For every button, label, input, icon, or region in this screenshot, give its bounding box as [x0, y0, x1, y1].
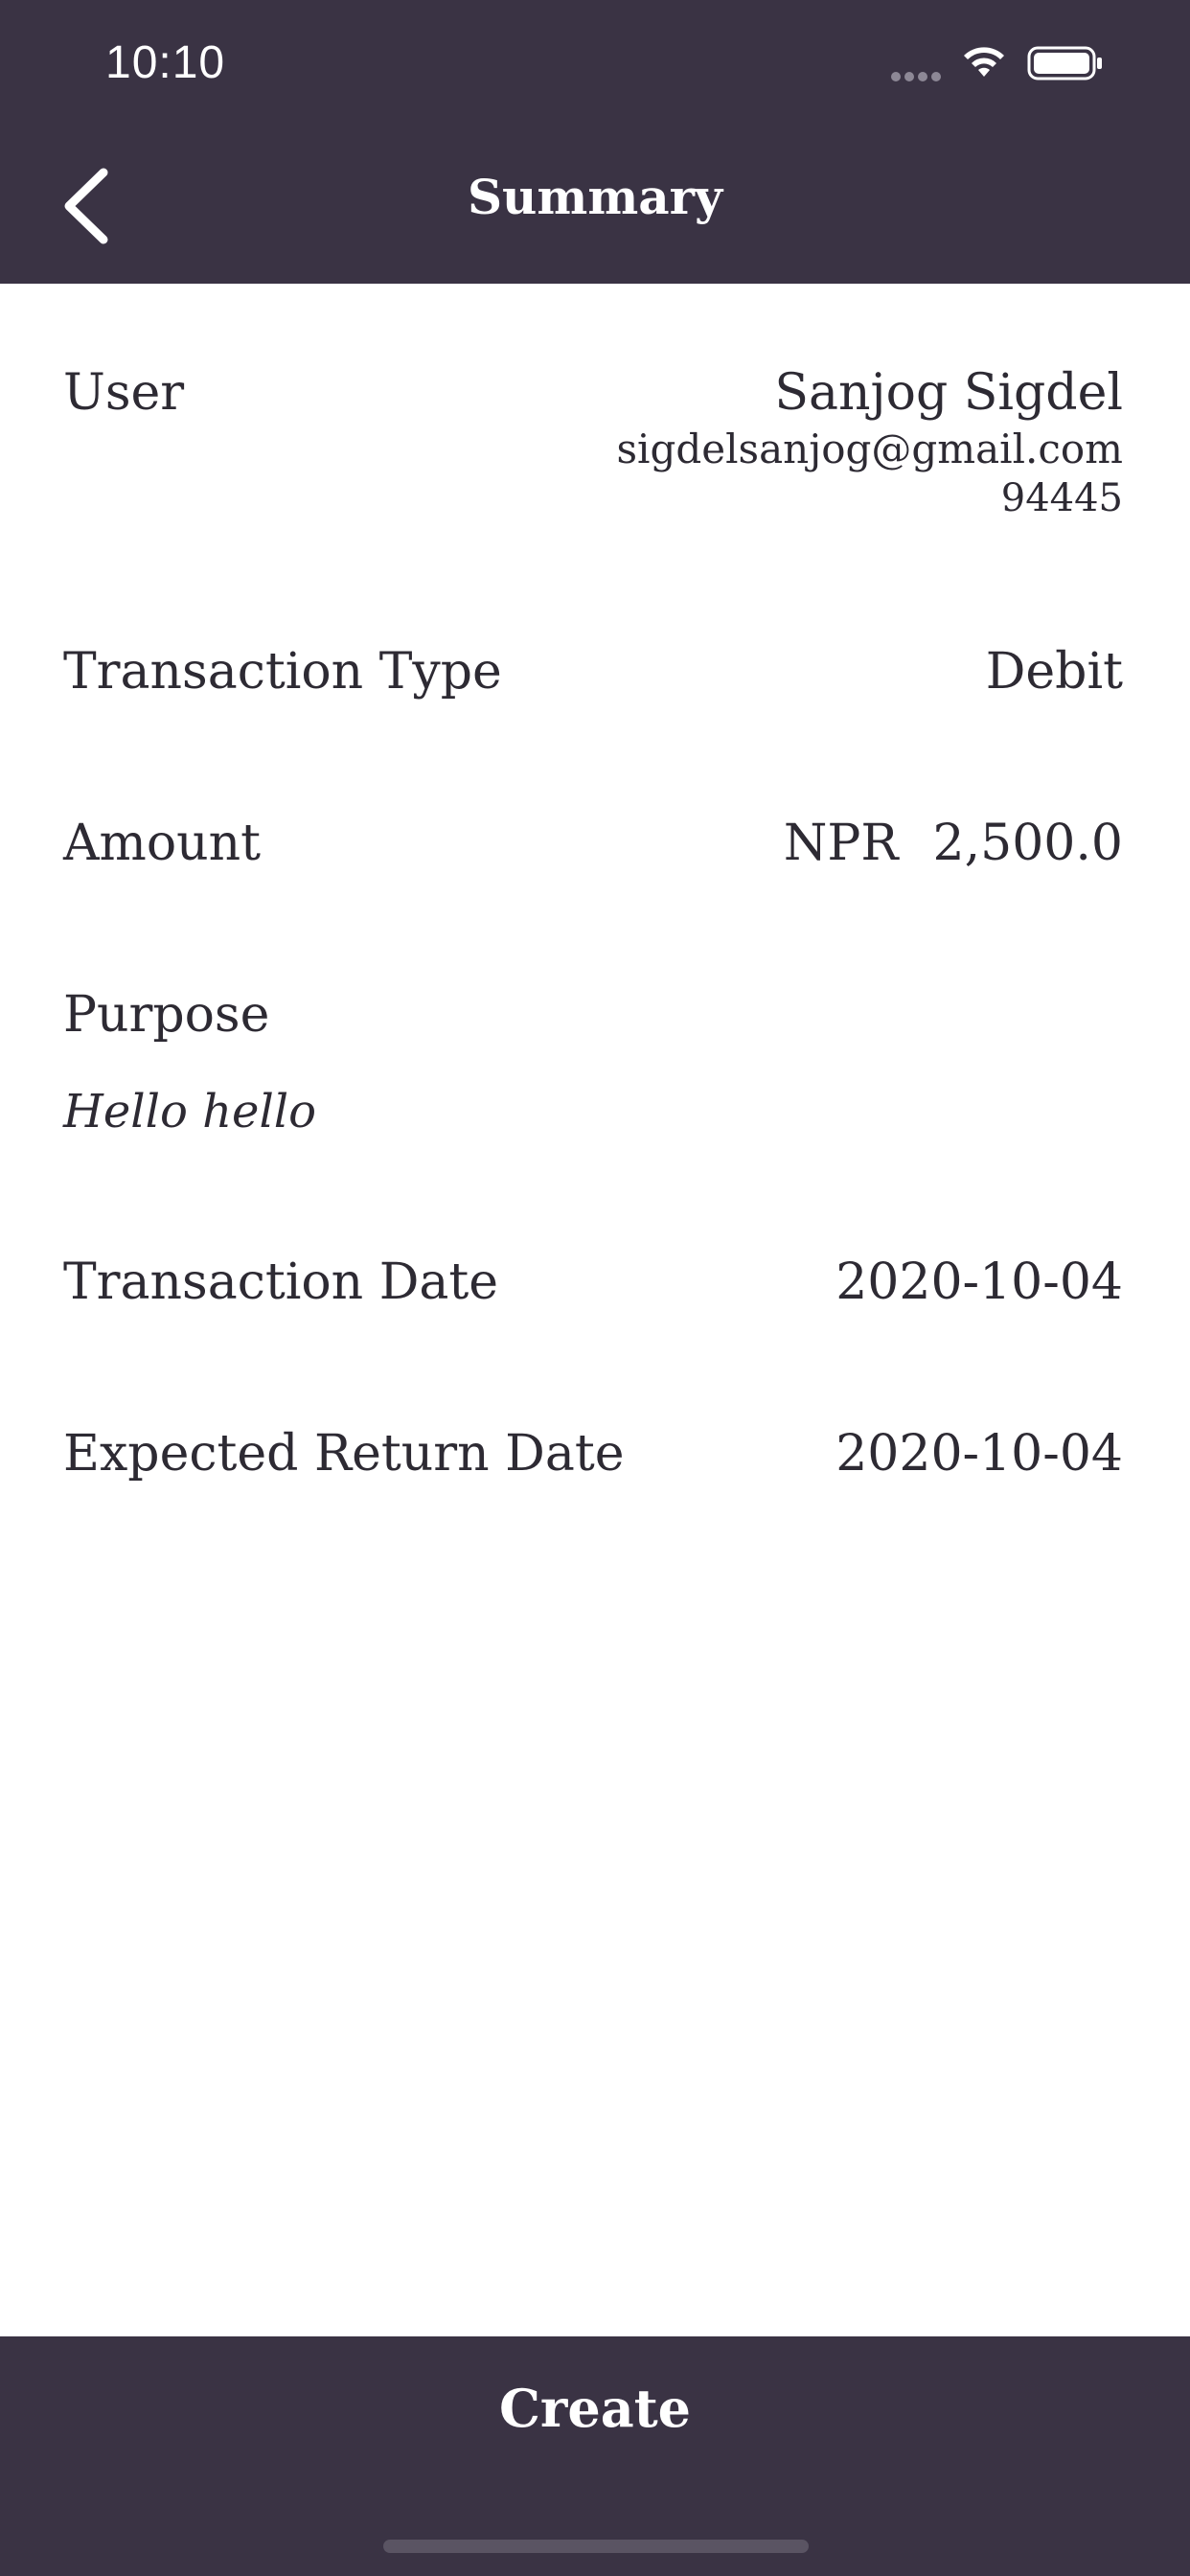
create-button[interactable]: Create	[0, 2336, 1190, 2480]
purpose-label: Purpose	[63, 986, 270, 1044]
user-email: sigdelsanjog@gmail.com	[616, 426, 1124, 472]
user-label: User	[63, 364, 185, 422]
transaction-type-value: Debit	[985, 643, 1123, 701]
transaction-type-row: Transaction Type Debit	[63, 643, 1123, 701]
amount-currency: NPR	[783, 815, 899, 872]
bottom-bar: Create	[0, 2336, 1190, 2576]
user-details: Sanjog Sigdel sigdelsanjog@gmail.com 944…	[617, 364, 1124, 520]
user-name: Sanjog Sigdel	[774, 364, 1123, 422]
status-icons	[891, 42, 1131, 81]
amount-label: Amount	[63, 815, 262, 872]
amount-row: Amount NPR 2,500.0	[63, 815, 1123, 872]
battery-icon	[1027, 46, 1102, 80]
transaction-date-row: Transaction Date 2020-10-04	[63, 1254, 1123, 1311]
wifi-icon	[964, 47, 1004, 77]
expected-return-date-row: Expected Return Date 2020-10-04	[63, 1425, 1123, 1483]
cellular-signal-icon	[891, 67, 945, 85]
expected-return-date-label: Expected Return Date	[63, 1425, 625, 1483]
amount-value: NPR 2,500.0	[784, 815, 1123, 872]
transaction-date-label: Transaction Date	[63, 1254, 499, 1311]
purpose-row: Purpose	[63, 986, 1123, 1044]
expected-return-date-value: 2020-10-04	[835, 1425, 1123, 1483]
status-time: 10:10	[105, 37, 226, 88]
user-row: User Sanjog Sigdel sigdelsanjog@gmail.co…	[63, 364, 1123, 520]
transaction-type-label: Transaction Type	[63, 643, 502, 701]
user-phone: 94445	[1000, 476, 1123, 520]
purpose-value: Hello hello	[63, 1085, 317, 1138]
navigation-header: 10:10 Summary	[0, 0, 1190, 284]
transaction-date-value: 2020-10-04	[835, 1254, 1123, 1311]
amount-number: 2,500.0	[932, 815, 1123, 872]
home-indicator	[383, 2540, 809, 2553]
page-title: Summary	[467, 169, 723, 225]
